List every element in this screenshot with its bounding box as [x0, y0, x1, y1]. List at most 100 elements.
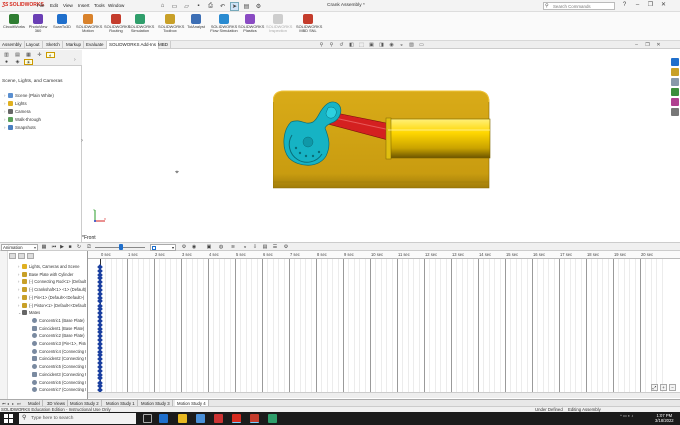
- command-solidworks-motion[interactable]: SOLIDWORKS Motion: [76, 14, 102, 34]
- select-icon[interactable]: ➤: [230, 1, 239, 11]
- print-icon[interactable]: ⎙: [206, 2, 215, 11]
- play-icon[interactable]: ▶: [59, 244, 65, 250]
- tab-sketch[interactable]: Sketch: [44, 41, 63, 49]
- minimize-panel-icon[interactable]: –: [633, 42, 640, 48]
- menu-tools[interactable]: Tools: [94, 3, 105, 8]
- menu-file[interactable]: File: [37, 3, 44, 8]
- calculate-icon[interactable]: ▦: [41, 244, 47, 250]
- appearances-scenes-icon[interactable]: [670, 98, 679, 106]
- animation-wizard-icon[interactable]: ⚙: [181, 244, 187, 250]
- store-icon[interactable]: [196, 414, 205, 423]
- command-solidworks-plastics[interactable]: SOLIDWORKS Plastics: [238, 14, 264, 34]
- study-type-select[interactable]: Animation ▾: [1, 244, 38, 251]
- scene-lights-cameras-icon[interactable]: ☀: [24, 59, 33, 66]
- playback-speed-slider[interactable]: [119, 244, 123, 250]
- tab-evaluate[interactable]: Evaluate: [84, 41, 107, 49]
- task-view-icon[interactable]: [143, 414, 152, 423]
- view-settings-icon[interactable]: ▭: [418, 42, 425, 48]
- motion-tree-item-piston-1-default-default[interactable]: › (-) Piston<1> (Default<<Default>): [18, 302, 86, 310]
- command-solidworks-flow-simulation[interactable]: SOLIDWORKS Flow Simulation: [210, 14, 238, 34]
- motion-tree-item-coincident3-connecting-rod[interactable]: Coincident3 (Connecting Rod): [32, 371, 86, 379]
- command-photoview-360[interactable]: PhotoView 360: [26, 14, 50, 34]
- view-orientation-icon[interactable]: ▣: [368, 42, 375, 48]
- minimize-icon[interactable]: –: [633, 1, 642, 10]
- close-icon[interactable]: ✕: [659, 1, 668, 10]
- windows-start-icon[interactable]: [4, 414, 13, 423]
- design-library-icon[interactable]: [670, 68, 679, 76]
- tab-layout[interactable]: Layout: [24, 41, 43, 49]
- solidworks-taskbar-icon[interactable]: [232, 414, 241, 423]
- command-solidworks-routing[interactable]: SOLIDWORKS Routing: [104, 14, 130, 34]
- timeline-ruler[interactable]: 0 sec 1 sec 2 sec 3 sec 4 sec 5 sec 6 sec 7 sec…: [88, 251, 680, 259]
- command-solidworks-simulation[interactable]: SOLIDWORKS Simulation: [128, 14, 154, 34]
- open-folder-icon[interactable]: ▱: [182, 2, 191, 11]
- restore-panel-icon[interactable]: ❐: [644, 42, 651, 48]
- property-manager-tab-icon[interactable]: ▤: [13, 52, 22, 58]
- search-commands-input[interactable]: ⚲ Search Commands: [543, 2, 615, 10]
- display-style-icon[interactable]: ◨: [378, 42, 385, 48]
- zoom-to-fit-icon[interactable]: ⚲: [318, 42, 325, 48]
- graphics-area[interactable]: › ⌖ *Front: [81, 50, 668, 242]
- filter-selected-icon[interactable]: [27, 253, 34, 259]
- home-icon[interactable]: ⌂: [158, 2, 167, 11]
- menu-insert[interactable]: Insert: [78, 3, 90, 8]
- restore-icon[interactable]: ❐: [646, 1, 655, 10]
- close-panel-icon[interactable]: ✕: [655, 42, 662, 48]
- tab-assembly[interactable]: Assembly: [0, 41, 25, 49]
- section-view-icon[interactable]: ◧: [348, 42, 355, 48]
- save-icon[interactable]: ▪: [194, 2, 203, 11]
- dynamic-annotation-icon[interactable]: ⬚: [358, 42, 365, 48]
- appearances-icon[interactable]: ●: [2, 59, 11, 65]
- zoom-in-icon[interactable]: +: [660, 384, 667, 391]
- solidworks-resources-icon[interactable]: [670, 58, 679, 66]
- options-icon[interactable]: ⚙: [254, 2, 263, 11]
- display-tree-item-walk-through[interactable]: › Walk-through: [4, 116, 41, 123]
- zoom-out-icon[interactable]: −: [669, 384, 676, 391]
- display-tree-item-camera[interactable]: › Camera: [4, 108, 31, 115]
- motion-tree-item-concentric5-connecting-rod[interactable]: Concentric5 (Connecting Rod): [32, 363, 86, 371]
- motion-tree-item-concentric4-connecting-rod[interactable]: Concentric4 (Connecting Rod): [32, 348, 86, 356]
- help-icon[interactable]: ?: [620, 1, 629, 10]
- motion-tree-item-base-plate-with-cylinder[interactable]: › Base Plate with Cylinder: [18, 271, 86, 279]
- motion-tree-item-concentric3-pin-1-piston[interactable]: Concentric3 (Pin<1>, Piston): [32, 340, 86, 348]
- motion-tree-item-concentric6-connecting-rod[interactable]: Concentric6 (Connecting Rod): [32, 379, 86, 387]
- tab-markup[interactable]: Markup: [64, 41, 85, 49]
- undo-icon[interactable]: ↶: [218, 2, 227, 11]
- display-manager-tab-icon[interactable]: ◐: [46, 52, 55, 59]
- taskbar-search-input[interactable]: ⚲ Type here to search: [19, 413, 136, 424]
- file-explorer-icon[interactable]: [670, 78, 679, 86]
- display-tree-item-lights[interactable]: › Lights: [4, 100, 27, 107]
- rebuild-icon[interactable]: ▤: [242, 2, 251, 11]
- motion-tree-item-crankshaft-1-1-default[interactable]: › (-) Crankshaft<1> <1> (Default): [18, 286, 86, 294]
- motor-icon[interactable]: ◍: [218, 244, 224, 250]
- playback-mode-icon[interactable]: ↻: [76, 244, 82, 250]
- camtasia-icon[interactable]: [268, 414, 277, 423]
- motion-tree-item-coincident2-connecting-rod[interactable]: Coincident2 (Connecting Rod): [32, 355, 86, 363]
- spring-icon[interactable]: ≋: [230, 244, 236, 250]
- study-properties-icon[interactable]: ☰: [272, 244, 278, 250]
- filter-animated-icon[interactable]: [9, 253, 16, 259]
- stop-icon[interactable]: ■: [67, 244, 73, 250]
- gravity-icon[interactable]: ⇩: [252, 244, 258, 250]
- tab-solidworks-add-ins[interactable]: SOLIDWORKS Add-Ins: [107, 41, 160, 49]
- panel-splitter-arrow-icon[interactable]: ›: [81, 138, 83, 144]
- crank-assembly-model[interactable]: [273, 90, 495, 200]
- menu-edit[interactable]: Edit: [50, 3, 58, 8]
- dimxpert-manager-tab-icon[interactable]: ✛: [35, 52, 44, 58]
- display-tree-item-snapshots[interactable]: › Snapshots: [4, 124, 36, 131]
- piston[interactable]: [385, 117, 491, 160]
- hide-show-items-icon[interactable]: ◉: [388, 42, 395, 48]
- edit-appearance-icon[interactable]: ◒: [398, 42, 405, 48]
- apply-scene-icon[interactable]: ▨: [408, 42, 415, 48]
- motion-timeline[interactable]: 0 sec 1 sec 2 sec 3 sec 4 sec 5 sec 6 sec 7 sec…: [88, 251, 680, 399]
- command-solidworks-toolbox[interactable]: SOLIDWORKS Toolbox: [158, 14, 184, 34]
- command-solidworks-mbd-snl[interactable]: SOLIDWORKS MBD SNL: [296, 14, 322, 34]
- mail-icon[interactable]: [214, 414, 223, 423]
- view-palette-icon[interactable]: [670, 88, 679, 96]
- timeline-horizontal-scrollbar[interactable]: [88, 392, 680, 398]
- motion-tree-item-connecting-rod-1-default[interactable]: › (-) Connecting Rod<1> (Default): [18, 278, 86, 286]
- decals-icon[interactable]: ◈: [13, 59, 22, 65]
- system-tray[interactable]: ^ ▭ ◐ ♪: [620, 413, 633, 418]
- recording-app-icon[interactable]: [250, 414, 259, 423]
- motion-tree-item-concentric1-base-plate[interactable]: Concentric1 (Base Plate): [32, 317, 86, 325]
